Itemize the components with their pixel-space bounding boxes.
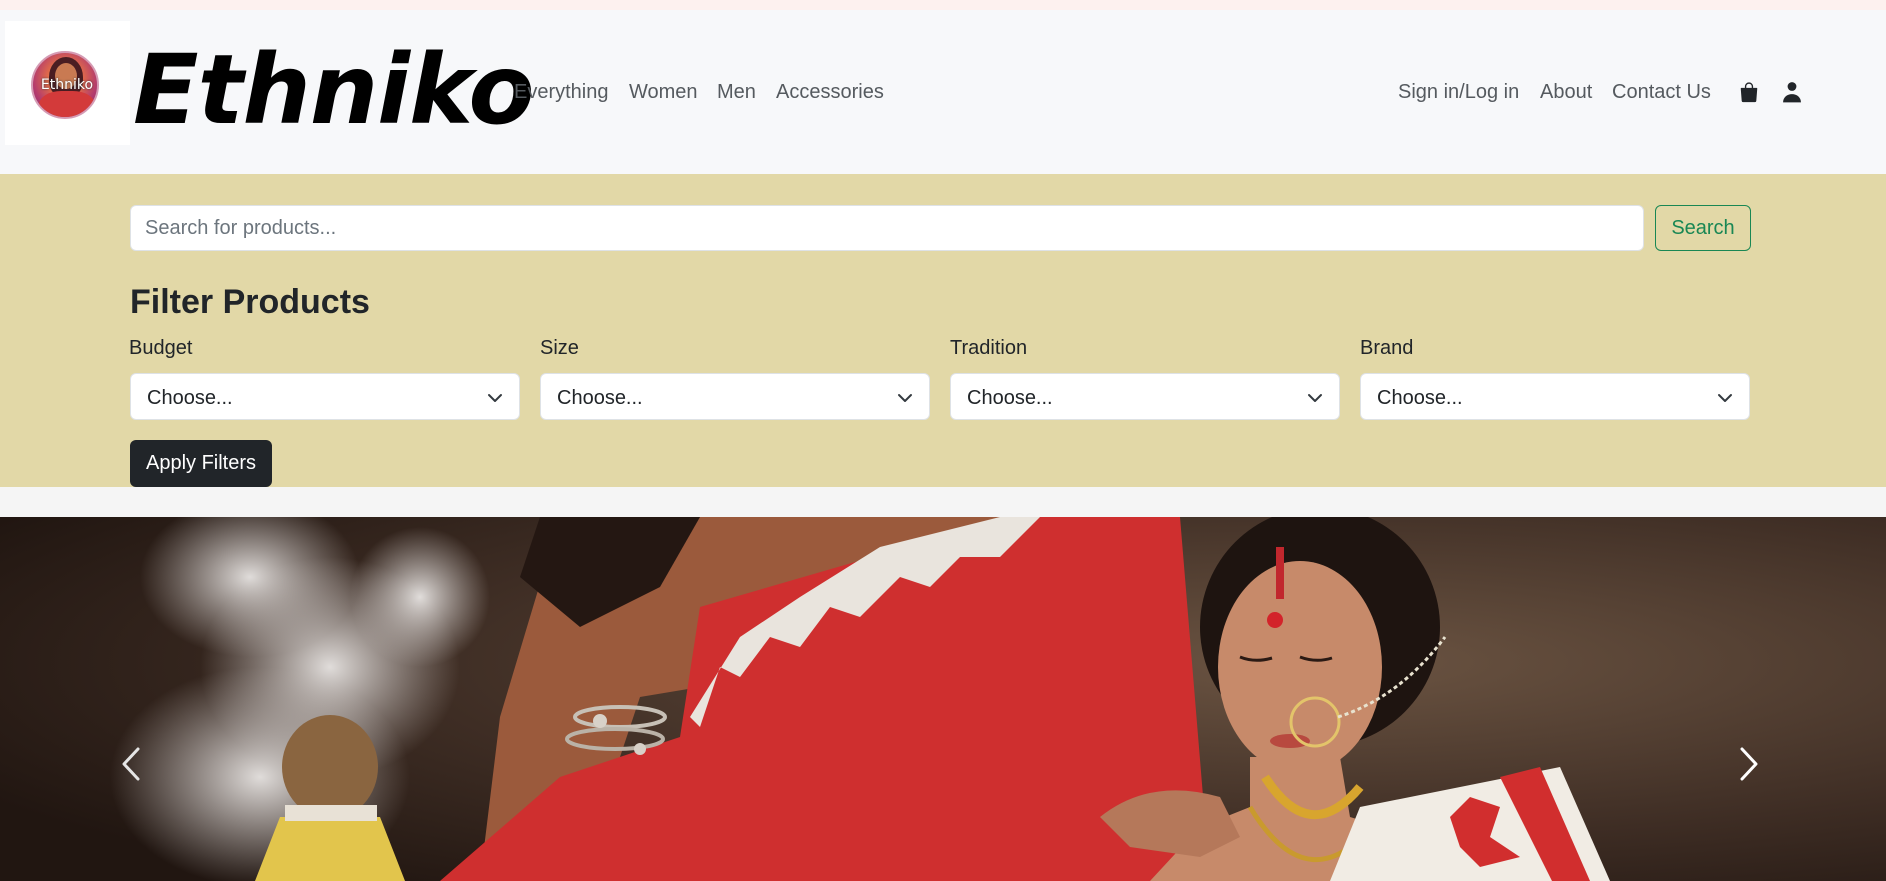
nav-sign-in[interactable]: Sign in/Log in [1398, 80, 1519, 104]
nav-about[interactable]: About [1540, 80, 1592, 104]
hero-image [0, 517, 1886, 881]
apply-filters-button[interactable]: Apply Filters [130, 440, 272, 487]
chevron-right-icon[interactable] [1728, 741, 1768, 787]
logo-text: Ethniko [40, 77, 94, 93]
top-strip [0, 0, 1886, 10]
nav-contact[interactable]: Contact Us [1612, 80, 1711, 104]
size-label: Size [540, 337, 579, 359]
tradition-select[interactable]: Choose... [950, 373, 1340, 420]
brand-label: Brand [1360, 337, 1414, 359]
search-button[interactable]: Search [1655, 205, 1751, 251]
brand-select-value: Choose... [1377, 387, 1463, 409]
brand-name[interactable]: Ethniko [133, 30, 534, 150]
tradition-select-value: Choose... [967, 387, 1053, 409]
nav-men[interactable]: Men [717, 80, 756, 104]
section-gap [0, 487, 1886, 517]
logo-saree [39, 91, 95, 117]
logo-icon: Ethniko [31, 51, 99, 119]
nav-accessories[interactable]: Accessories [776, 80, 884, 104]
budget-select-value: Choose... [147, 387, 233, 409]
brand-select[interactable]: Choose... [1360, 373, 1750, 420]
hero-carousel [0, 517, 1886, 881]
chevron-down-icon [898, 394, 912, 402]
shopping-bag-icon[interactable] [1738, 81, 1760, 103]
chevron-left-icon[interactable] [112, 741, 152, 787]
size-select[interactable]: Choose... [540, 373, 930, 420]
chevron-down-icon [488, 394, 502, 402]
budget-select[interactable]: Choose... [130, 373, 520, 420]
size-select-value: Choose... [557, 387, 643, 409]
search-input[interactable] [130, 205, 1644, 251]
filter-title: Filter Products [130, 283, 370, 321]
nav-women[interactable]: Women [629, 80, 698, 104]
chevron-down-icon [1308, 394, 1322, 402]
chevron-down-icon [1718, 394, 1732, 402]
budget-label: Budget [129, 337, 193, 359]
nav-everything[interactable]: Everything [514, 80, 609, 104]
user-icon[interactable] [1781, 80, 1803, 104]
tradition-label: Tradition [950, 337, 1028, 359]
